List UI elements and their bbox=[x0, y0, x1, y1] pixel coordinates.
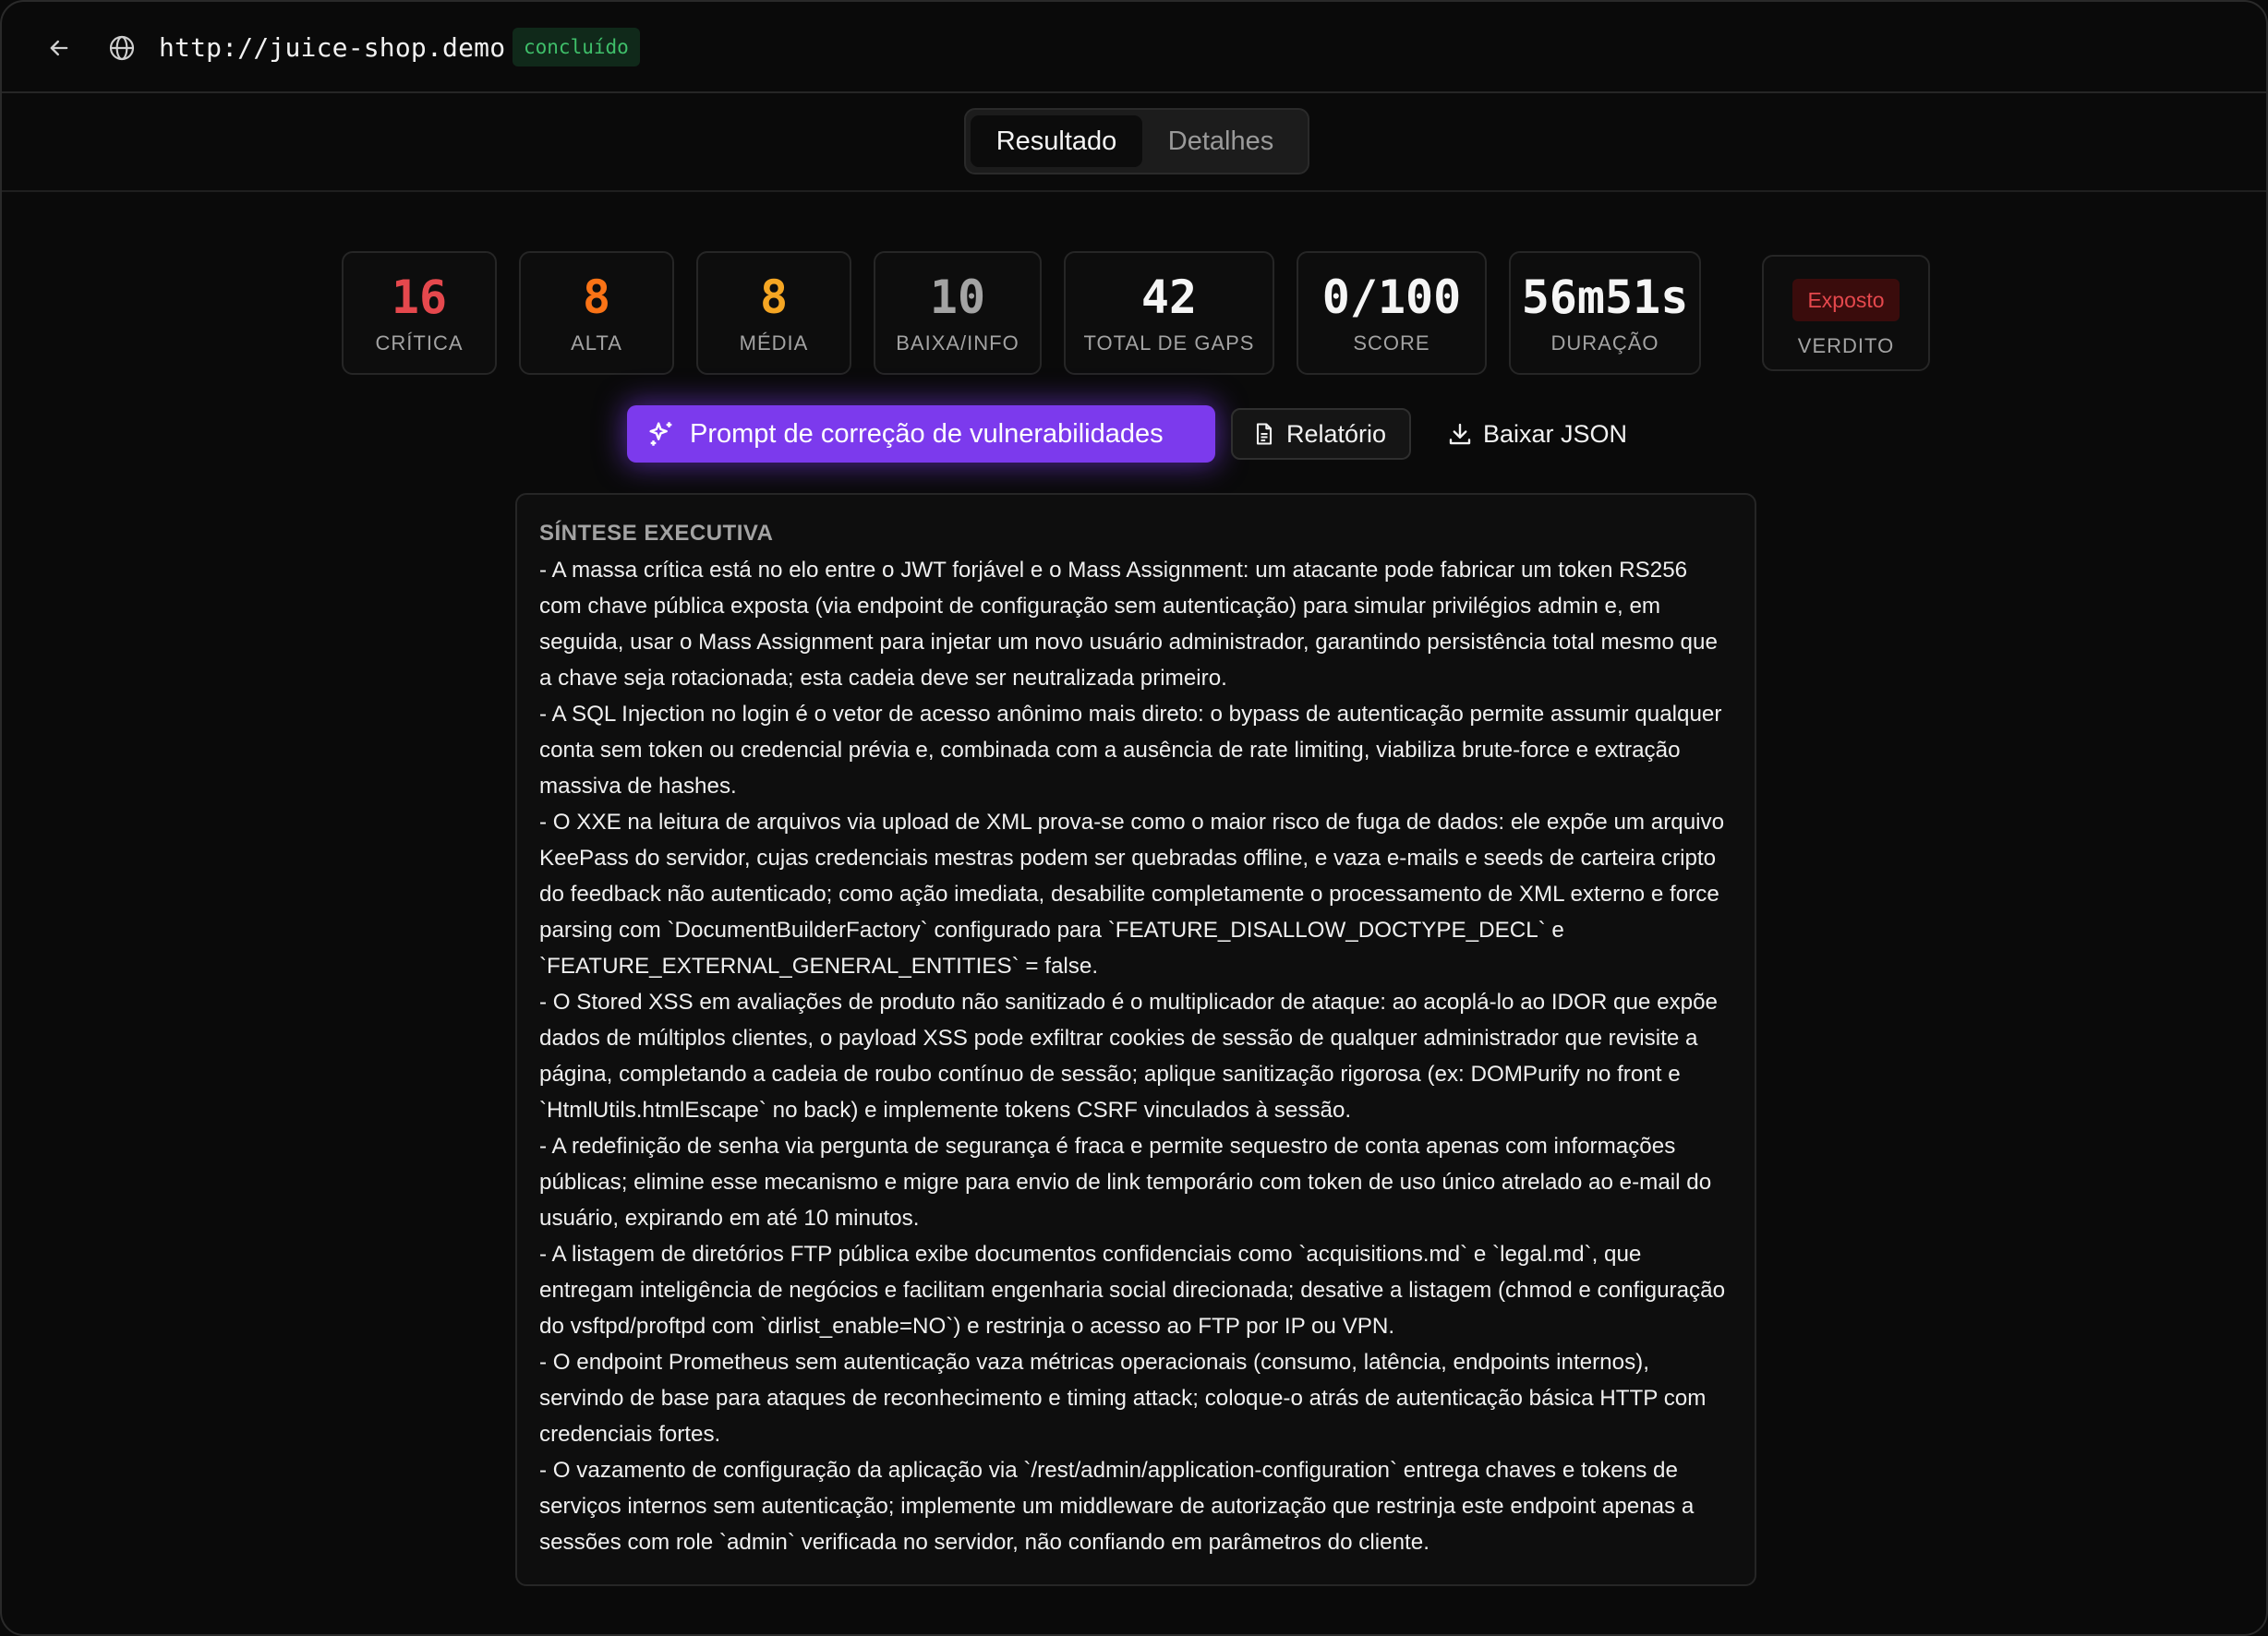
back-button[interactable] bbox=[42, 31, 76, 65]
summary-item: - O XXE na leitura de arquivos via uploa… bbox=[539, 810, 1731, 979]
stat-label: TOTAL DE GAPS bbox=[1083, 331, 1255, 355]
stat-card-baixa-info: 10 BAIXA/INFO bbox=[874, 251, 1042, 375]
verdict-badge: Exposto bbox=[1792, 279, 1900, 321]
stat-card-critica: 16 CRÍTICA bbox=[342, 251, 497, 375]
stat-value: 8 bbox=[759, 271, 789, 324]
report-label: Relatório bbox=[1286, 419, 1387, 448]
stat-label: DURAÇÃO bbox=[1550, 331, 1659, 355]
stat-card-total-gaps: 42 TOTAL DE GAPS bbox=[1064, 251, 1274, 375]
summary-item: - O Stored XSS em avaliações de produto … bbox=[539, 990, 1724, 1123]
stat-value: 16 bbox=[391, 271, 448, 324]
download-icon bbox=[1449, 423, 1471, 445]
stat-value: 8 bbox=[582, 271, 611, 324]
stat-value: 56m51s bbox=[1521, 271, 1689, 324]
summary-title: SÍNTESE EXECUTIVA bbox=[539, 521, 774, 546]
stat-card-alta: 8 ALTA bbox=[519, 251, 674, 375]
sparkles-icon bbox=[649, 422, 672, 446]
remediation-prompt-button[interactable]: Prompt de correção de vulnerabilidades bbox=[627, 405, 1215, 463]
app-window: http://juice-shop.demo concluído Resulta… bbox=[0, 0, 2268, 1636]
stat-card-verdito: Exposto VERDITO bbox=[1762, 255, 1930, 371]
stat-value: 10 bbox=[929, 271, 986, 324]
stat-label: MÉDIA bbox=[739, 331, 809, 355]
status-badge: concluído bbox=[513, 28, 640, 66]
stat-value: 0/100 bbox=[1321, 271, 1462, 324]
globe-icon bbox=[105, 31, 139, 65]
stat-label: BAIXA/INFO bbox=[896, 331, 1019, 355]
report-button[interactable]: Relatório bbox=[1231, 408, 1411, 460]
document-icon bbox=[1256, 423, 1273, 445]
verdict-label: VERDITO bbox=[1797, 334, 1895, 357]
summary-item: - O vazamento de configuração da aplicaç… bbox=[539, 1458, 1701, 1555]
summary-item: - A massa crítica está no elo entre o JW… bbox=[539, 558, 1724, 691]
arrow-left-icon bbox=[50, 40, 68, 56]
stat-card-score: 0/100 SCORE bbox=[1297, 251, 1487, 375]
remediation-prompt-label: Prompt de correção de vulnerabilidades bbox=[690, 418, 1164, 449]
stats-row: 16 CRÍTICA 8 ALTA 8 MÉDIA 10 BAIXA/INFO … bbox=[2, 251, 2266, 375]
tab-bar: Resultado Detalhes bbox=[2, 93, 2266, 192]
summary-item: - A redefinição de senha via pergunta de… bbox=[539, 1134, 1718, 1231]
download-json-label: Baixar JSON bbox=[1483, 419, 1628, 448]
summary-item: - A listagem de diretórios FTP pública e… bbox=[539, 1242, 1731, 1339]
tab-resultado[interactable]: Resultado bbox=[971, 115, 1142, 167]
summary-item: - O endpoint Prometheus sem autenticação… bbox=[539, 1350, 1713, 1447]
tab-detalhes[interactable]: Detalhes bbox=[1142, 115, 1299, 167]
stat-card-media: 8 MÉDIA bbox=[696, 251, 851, 375]
stat-label: SCORE bbox=[1353, 331, 1430, 355]
stat-card-duracao: 56m51s DURAÇÃO bbox=[1509, 251, 1701, 375]
target-url: http://juice-shop.demo bbox=[159, 32, 506, 63]
executive-summary-panel: SÍNTESE EXECUTIVA - A massa crítica está… bbox=[515, 493, 1756, 1586]
summary-item: - A SQL Injection no login é o vetor de … bbox=[539, 702, 1729, 799]
stat-label: CRÍTICA bbox=[375, 331, 464, 355]
download-json-button[interactable]: Baixar JSON bbox=[1442, 408, 1646, 460]
stat-value: 42 bbox=[1140, 271, 1198, 324]
tab-switcher: Resultado Detalhes bbox=[964, 108, 1309, 174]
top-bar: http://juice-shop.demo concluído bbox=[2, 2, 2266, 93]
stat-label: ALTA bbox=[571, 331, 622, 355]
